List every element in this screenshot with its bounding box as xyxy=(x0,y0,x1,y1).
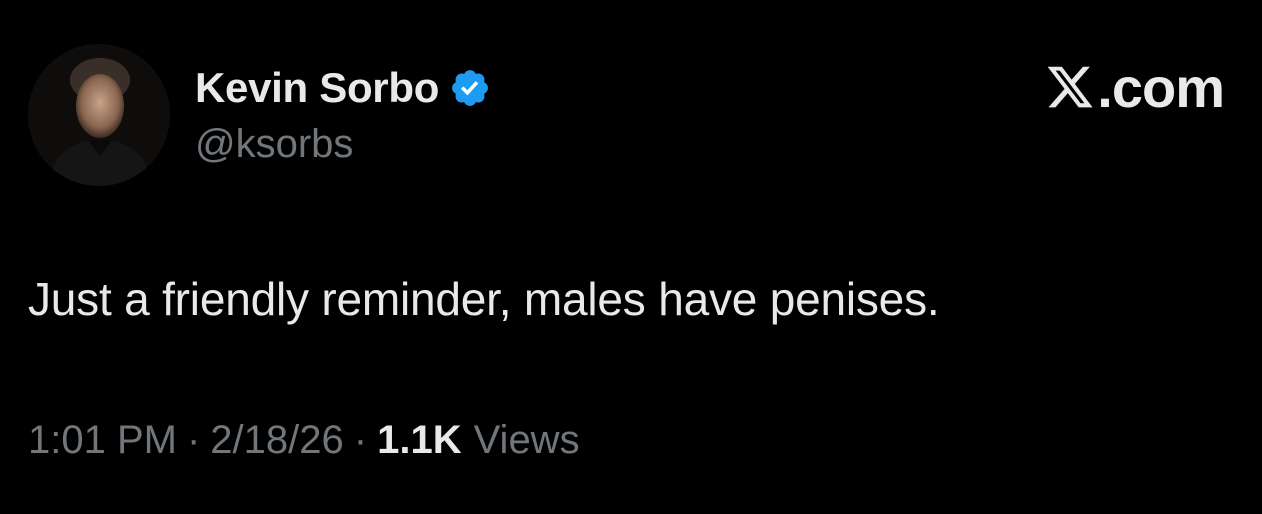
profile-photo xyxy=(28,44,170,186)
brand-text: .com xyxy=(1097,55,1225,119)
brand-mark: .com xyxy=(1045,55,1225,119)
views-count: 1.1K xyxy=(377,418,462,462)
author-name-row: Kevin Sorbo xyxy=(195,62,491,114)
x-logo-icon xyxy=(1045,62,1095,112)
avatar[interactable] xyxy=(28,44,170,186)
meta-separator: · xyxy=(186,418,201,462)
author-handle[interactable]: @ksorbs xyxy=(195,122,353,167)
tweet-meta: 1:01 PM · 2/18/26 · 1.1K Views xyxy=(28,418,580,463)
tweet-time[interactable]: 1:01 PM xyxy=(28,418,177,463)
verified-badge-icon xyxy=(449,67,491,109)
tweet-text: Just a friendly reminder, males have pen… xyxy=(28,273,940,325)
author-display-name[interactable]: Kevin Sorbo xyxy=(195,64,439,112)
views-label: Views xyxy=(473,418,580,462)
tweet-date[interactable]: 2/18/26 xyxy=(210,418,343,463)
meta-separator: · xyxy=(353,418,368,462)
